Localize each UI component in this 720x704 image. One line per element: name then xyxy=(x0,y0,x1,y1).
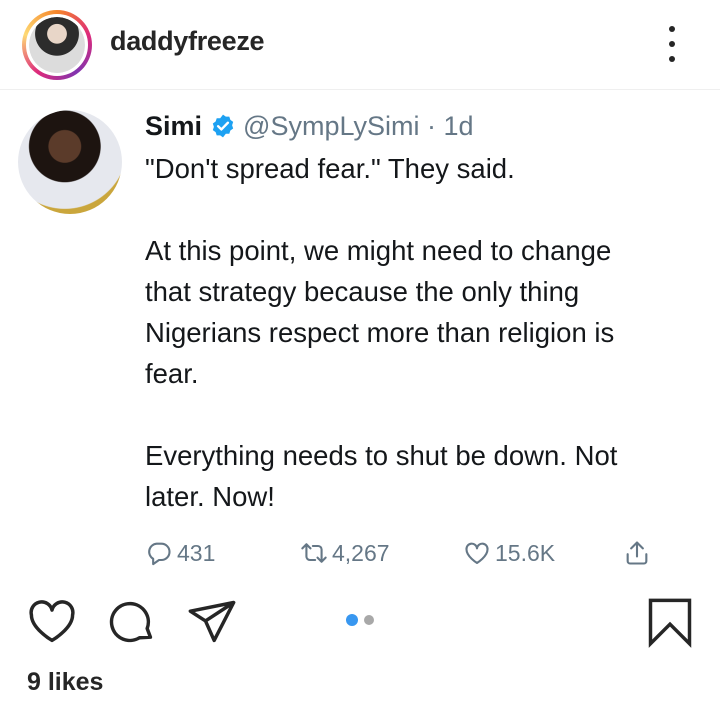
reply-icon xyxy=(148,542,171,566)
share-button xyxy=(623,536,655,570)
avatar[interactable] xyxy=(26,14,88,76)
post-action-bar xyxy=(0,592,720,652)
comment-icon[interactable] xyxy=(106,596,158,648)
heart-icon xyxy=(465,542,489,564)
tweet-line-break xyxy=(145,189,715,230)
profile-photo xyxy=(29,17,85,73)
tweet-line: Nigerians respect more than religion is xyxy=(145,317,615,348)
retweet-icon xyxy=(301,543,327,563)
bookmark-icon[interactable] xyxy=(644,596,696,648)
tweet-line-break xyxy=(145,394,715,435)
tweet-avatar xyxy=(18,110,122,214)
tweet-author-name: Simi xyxy=(145,110,203,141)
reply-button: 431 xyxy=(145,536,215,570)
tweet-line: that strategy because the only thing xyxy=(145,276,580,307)
tweet-line: At this point, we might need to change xyxy=(145,235,612,266)
post-header: daddyfreeze xyxy=(0,0,720,90)
retweet-count: 4,267 xyxy=(332,539,390,566)
tweet-actions: 431 4,267 15.6K xyxy=(145,536,665,570)
tweet-text: "Don't spread fear." They said. At this … xyxy=(145,148,715,517)
tweet-line: "Don't spread fear." They said. xyxy=(145,153,515,184)
post-username[interactable]: daddyfreeze xyxy=(110,26,265,57)
share-upload-icon xyxy=(626,541,648,565)
tweet-line: fear. xyxy=(145,358,199,389)
like-count: 15.6K xyxy=(495,539,556,566)
more-options-icon[interactable] xyxy=(662,24,682,64)
tweet-author-row: Simi @SympLySimi · 1d xyxy=(145,108,474,144)
tweet-handle-time: @SympLySimi · 1d xyxy=(243,110,474,141)
send-icon[interactable] xyxy=(186,596,238,648)
carousel-dot xyxy=(364,615,374,625)
carousel-dot-active xyxy=(346,614,358,626)
tweet-card: Simi @SympLySimi · 1d "Don't spread fear… xyxy=(0,96,720,586)
verified-badge-icon xyxy=(212,114,234,138)
tweet-line: later. Now! xyxy=(145,481,275,512)
avatar-story-ring[interactable] xyxy=(22,10,92,80)
like-button: 15.6K xyxy=(463,536,555,570)
tweet-line: Everything needs to shut be down. Not xyxy=(145,440,618,471)
carousel-indicator xyxy=(346,614,376,628)
reply-count: 431 xyxy=(177,539,216,566)
retweet-button: 4,267 xyxy=(300,536,390,570)
heart-icon[interactable] xyxy=(26,596,78,648)
likes-count[interactable]: 9 likes xyxy=(27,668,103,697)
